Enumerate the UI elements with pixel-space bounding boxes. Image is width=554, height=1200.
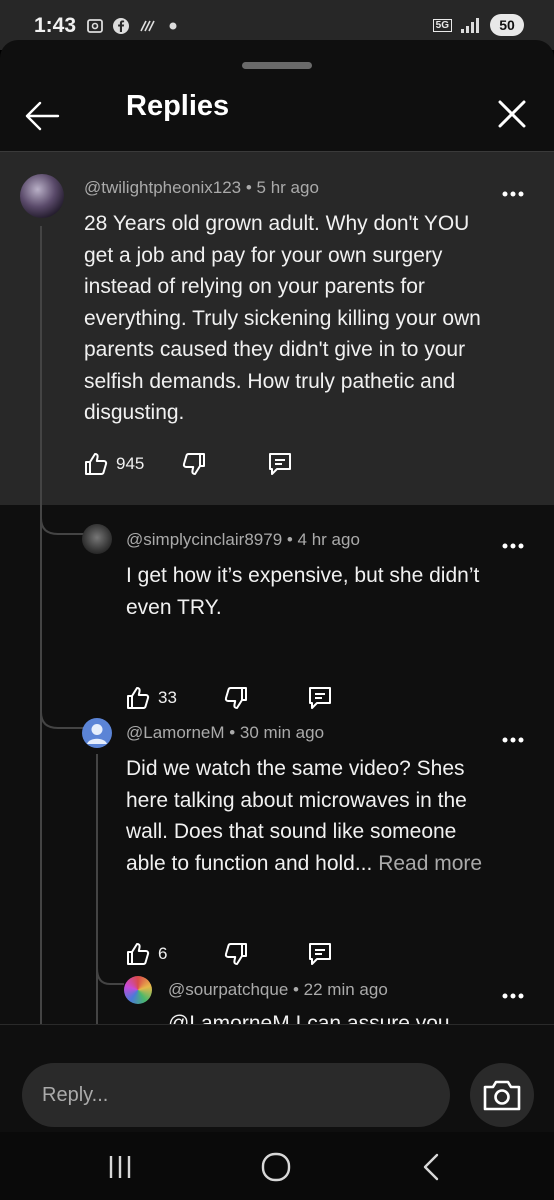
avatar[interactable]	[20, 174, 64, 218]
back-arrow-icon[interactable]	[20, 94, 64, 138]
replies-sheet: Replies @twilightpheonix123 • 5 hr ago 2…	[0, 40, 554, 1132]
comment-list: @twilightpheonix123 • 5 hr ago 28 Years …	[0, 152, 554, 1024]
screenshot-icon	[87, 19, 103, 33]
avatar[interactable]	[124, 976, 152, 1004]
thumbs-down-icon	[224, 687, 247, 709]
facebook-icon	[113, 18, 129, 34]
recent-apps-button[interactable]	[90, 1142, 150, 1192]
comment-handle[interactable]: @LamorneM • 30 min ago	[126, 723, 324, 743]
thumbs-down-icon	[182, 453, 205, 475]
close-icon[interactable]	[492, 94, 532, 134]
page-title: Replies	[126, 90, 230, 122]
thumbs-down-icon	[224, 943, 247, 965]
more-options-icon[interactable]	[498, 534, 528, 558]
reply-input[interactable]	[22, 1063, 450, 1127]
reply-button[interactable]	[306, 938, 334, 970]
reply-button[interactable]	[266, 448, 294, 480]
comment-icon	[309, 943, 331, 965]
thread-connector	[96, 958, 124, 985]
thumbs-up-icon	[127, 943, 150, 965]
comment-handle[interactable]: @sourpatchque • 22 min ago	[168, 980, 388, 1000]
default-avatar-icon	[87, 724, 107, 744]
read-more-link[interactable]: Read more	[378, 852, 482, 875]
comment-handle[interactable]: @twilightpheonix123 • 5 hr ago	[84, 178, 319, 198]
recent-apps-icon	[109, 1156, 131, 1178]
hotspot-icon	[140, 20, 155, 32]
like-count: 33	[158, 688, 177, 707]
signal-icon	[461, 18, 479, 33]
back-button[interactable]	[402, 1142, 462, 1192]
comment-text: @LamorneM I can assure you	[168, 1012, 450, 1024]
comment-icon	[309, 687, 331, 709]
reply-button[interactable]	[306, 682, 334, 714]
home-icon	[261, 1152, 291, 1182]
status-time: 1:43	[34, 14, 77, 37]
camera-icon	[483, 1080, 521, 1111]
reply-composer	[0, 1024, 554, 1132]
dislike-button[interactable]	[180, 448, 208, 480]
avatar[interactable]	[82, 524, 112, 554]
comment-text: I get how it’s expensive, but she didn’t…	[126, 564, 480, 619]
drag-handle[interactable]	[242, 62, 312, 69]
system-nav-bar	[0, 1132, 554, 1200]
like-count: 6	[158, 944, 168, 963]
battery-badge: 50	[490, 14, 524, 36]
comment-icon	[269, 453, 291, 475]
more-options-icon[interactable]	[498, 984, 528, 1008]
comment-handle[interactable]: @simplycinclair8979 • 4 hr ago	[126, 530, 360, 550]
back-chevron-icon	[423, 1153, 439, 1181]
network-type: 5G	[432, 18, 452, 32]
more-options-icon[interactable]	[498, 728, 528, 752]
like-button[interactable]: 6	[124, 938, 167, 970]
like-button[interactable]: 33	[124, 682, 177, 714]
thread-line	[40, 226, 42, 1024]
comment-text: Did we watch the same video? Shes here t…	[126, 757, 483, 875]
like-button[interactable]: 945	[82, 448, 144, 480]
header	[0, 80, 554, 152]
more-options-icon[interactable]	[498, 182, 528, 206]
home-button[interactable]	[246, 1142, 306, 1192]
camera-button[interactable]	[470, 1063, 534, 1127]
dot-icon	[169, 22, 177, 30]
thumbs-up-icon	[85, 453, 108, 475]
thumbs-up-icon	[127, 687, 150, 709]
dislike-button[interactable]	[222, 682, 250, 714]
like-count: 945	[116, 454, 145, 473]
avatar[interactable]	[82, 718, 112, 748]
dislike-button[interactable]	[222, 938, 250, 970]
comment-text: 28 Years old grown adult. Why don't YOU …	[84, 212, 481, 424]
